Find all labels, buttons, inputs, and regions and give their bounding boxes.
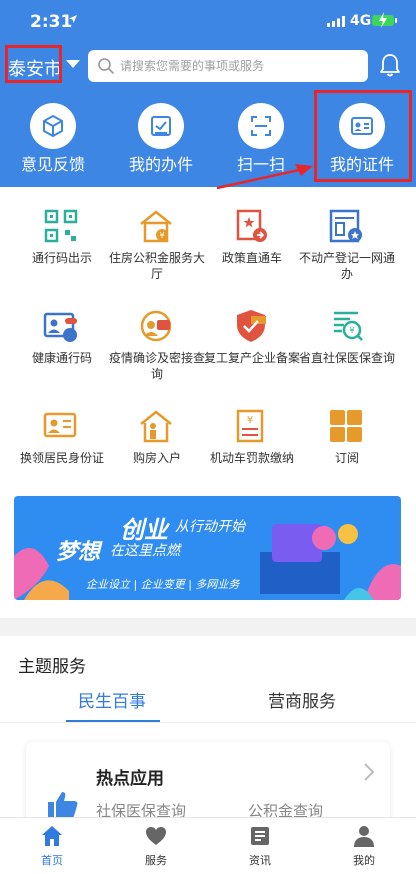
service-id-renewal[interactable]: 换领居民身份证 (10, 408, 114, 488)
banner-subtitle-1: 从行动开始 (175, 519, 245, 535)
service-policy-express[interactable]: 政策直通车 (200, 208, 304, 288)
service-pass-code[interactable]: 通行码出示 (10, 208, 114, 288)
hot-apps-title: 热点应用 (96, 769, 164, 789)
service-label: 购房入户 (132, 451, 181, 465)
cube-icon (43, 115, 63, 137)
banner-subtitle-2: 在这里点燃 (110, 543, 180, 559)
active-tab-indicator (66, 720, 160, 722)
city-highlight-box (5, 45, 62, 83)
tasks-icon-circle (138, 103, 184, 149)
home-icon (42, 826, 62, 846)
status-bar: 2:31 4G (0, 0, 416, 44)
nav-label: 资讯 (249, 854, 271, 867)
certificate-highlight-box (314, 90, 412, 182)
tabs-divider (0, 722, 416, 723)
svg-text:¥: ¥ (247, 415, 253, 426)
network-type: 4G (350, 13, 372, 29)
nav-home[interactable]: 首页 (0, 822, 104, 870)
nav-news[interactable]: 资讯 (208, 822, 312, 870)
epidemic-query-icon (140, 310, 172, 342)
nav-services[interactable]: 服务 (104, 822, 208, 870)
scan-icon-circle (238, 103, 284, 149)
subscribe-icon (330, 410, 362, 442)
service-label: 通行码出示 (31, 251, 92, 265)
charging-bolt-icon (379, 12, 387, 28)
svg-text:¥: ¥ (349, 326, 354, 335)
policy-doc-icon (236, 209, 267, 242)
house-fund-icon: ¥ (140, 210, 172, 243)
svg-text:¥: ¥ (159, 231, 164, 240)
profile-icon (354, 826, 374, 847)
qr-code-icon (44, 209, 78, 243)
status-time: 2:31 (30, 12, 73, 32)
tab-business[interactable]: 营商服务 (268, 687, 336, 712)
tab-livelihood[interactable]: 民生百事 (78, 687, 146, 712)
quick-action-my-tasks[interactable]: 我的办件 (111, 103, 211, 174)
service-label: 省直社保医保查询 (298, 351, 395, 365)
service-label: 换领居民身份证 (19, 451, 104, 465)
chevron-right-icon[interactable] (362, 762, 376, 782)
service-epidemic-query[interactable]: 疫情确诊及密接查询 (105, 308, 209, 388)
id-renew-icon (43, 412, 77, 438)
resume-work-shield-icon (237, 310, 266, 342)
search-icon (98, 58, 114, 74)
signal-icon (327, 16, 345, 27)
quick-action-feedback[interactable]: 意见反馈 (3, 103, 103, 174)
search-input[interactable] (120, 50, 360, 82)
heart-icon (146, 827, 166, 845)
service-label: 机动车罚款缴纳 (209, 451, 294, 465)
banner-title-2: 梦想 (56, 540, 101, 565)
service-house-purchase-registration[interactable]: 购房入户 (105, 408, 209, 488)
task-check-icon (151, 116, 171, 136)
service-label: 不动产登记一网通办 (298, 251, 395, 281)
quick-action-label: 我的办件 (128, 155, 193, 174)
property-register-icon (329, 209, 362, 243)
house-person-icon (140, 410, 172, 443)
nav-label: 服务 (145, 854, 167, 867)
city-dropdown-caret-icon[interactable] (66, 60, 80, 68)
service-property-registration[interactable]: 不动产登记一网通办 (295, 208, 399, 288)
service-label: 健康通行码 (31, 351, 92, 365)
service-subscribe[interactable]: 订阅 (295, 408, 399, 488)
service-insurance-query[interactable]: ¥ 省直社保医保查询 (295, 308, 399, 388)
thumbs-up-icon (48, 792, 78, 819)
feedback-icon-circle (30, 103, 76, 149)
service-vehicle-fine[interactable]: ¥ 机动车罚款缴纳 (200, 408, 304, 488)
bell-icon[interactable] (378, 52, 402, 78)
service-label: 政策直通车 (221, 251, 282, 265)
service-label: 疫情确诊及密接查询 (108, 351, 205, 381)
annotation-arrow (216, 164, 313, 190)
battery-tip (395, 18, 397, 23)
quick-action-label: 意见反馈 (20, 155, 85, 174)
news-icon (251, 827, 269, 845)
nav-label: 我的 (353, 854, 375, 867)
location-arrow-icon (69, 15, 77, 23)
service-label: 订阅 (334, 451, 359, 465)
nav-label: 首页 (41, 854, 63, 867)
service-health-code[interactable]: 健康通行码 (10, 308, 114, 388)
banner-tags: 企业设立 | 企业变更 | 多网业务 (86, 578, 240, 591)
health-code-icon (43, 312, 77, 342)
scan-icon (251, 116, 271, 136)
section-title: 主题服务 (18, 657, 86, 677)
insurance-query-icon: ¥ (334, 311, 363, 341)
promo-banner[interactable]: 创业 从行动开始 梦想 在这里点燃 企业设立 | 企业变更 | 多网业务 (14, 496, 401, 600)
service-label: 复工复产企业备案 (203, 351, 300, 365)
nav-profile[interactable]: 我的 (312, 822, 416, 870)
vehicle-fine-icon: ¥ (236, 409, 264, 443)
service-label: 住房公积金服务大厅 (108, 251, 205, 281)
service-housing-fund[interactable]: ¥ 住房公积金服务大厅 (105, 208, 209, 288)
section-divider (0, 618, 416, 636)
service-resume-work-filing[interactable]: 复工复产企业备案 (200, 308, 304, 388)
